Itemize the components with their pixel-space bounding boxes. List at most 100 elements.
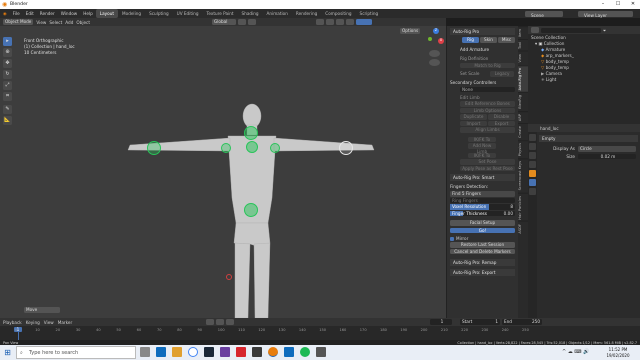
marker-neck-icon[interactable]: [244, 126, 258, 140]
3d-viewport[interactable]: Object Mode View Select Add Object Globa…: [0, 18, 446, 318]
workspace-tab-scripting[interactable]: Scripting: [356, 9, 383, 18]
workspace-tab-sculpting[interactable]: Sculpting: [145, 9, 173, 18]
edit-reference-bones-button[interactable]: Edit Reference Bones: [460, 101, 515, 107]
ring-fingers-field[interactable]: Ring Fingers: [450, 197, 515, 203]
apply-pose-button[interactable]: Apply Pose as Rest Pose: [460, 165, 515, 171]
menu-help[interactable]: Help: [80, 9, 96, 18]
align-limbs-button[interactable]: Align Limbs: [460, 127, 515, 133]
workspace-tab-animation[interactable]: Animation: [263, 9, 292, 18]
taskbar-clock[interactable]: 11:52 PM 19/02/2020: [598, 347, 638, 359]
sidetab-5[interactable]: ARP: [518, 110, 528, 123]
workspace-tab-modeling[interactable]: Modeling: [118, 9, 145, 18]
app-icon[interactable]: [316, 347, 326, 357]
display-as-dropdown[interactable]: Circle: [578, 146, 636, 152]
object-props-icon[interactable]: [529, 170, 536, 177]
workspace-tab-shading[interactable]: Shading: [238, 9, 263, 18]
tray-icons[interactable]: ^ ☁ ⌨ 🔊: [562, 349, 589, 355]
import-button[interactable]: Import: [460, 120, 487, 126]
ik-fk-to-button-2[interactable]: IK/FK To: [468, 152, 496, 158]
disable-button[interactable]: Disable: [488, 114, 515, 120]
arp-panel-header[interactable]: Auto-Rig Pro: [450, 28, 515, 35]
maximize-icon[interactable]: ☐: [611, 0, 625, 9]
marker-left-hand-icon[interactable]: [147, 141, 161, 155]
filter-icon[interactable]: ⏷: [603, 28, 606, 33]
legacy-button[interactable]: Legacy: [490, 71, 514, 77]
add-armature-label[interactable]: Add Armature: [450, 47, 515, 52]
spotify-icon[interactable]: [300, 347, 310, 357]
sidetab-10[interactable]: ASDF: [518, 221, 528, 236]
app-icon[interactable]: [252, 347, 262, 357]
cancel-delete-markers-button[interactable]: Cancel and Delete Markers: [450, 248, 515, 254]
menu-window[interactable]: Window: [58, 9, 81, 18]
sidetab-1[interactable]: Tool: [518, 39, 528, 52]
remap-panel-header[interactable]: Auto-Rig Pro: Remap: [450, 259, 515, 266]
sidetab-7[interactable]: Physics: [518, 139, 528, 159]
app-icon[interactable]: [236, 347, 246, 357]
jump-end-icon[interactable]: [226, 319, 234, 325]
workspace-tab-compositing[interactable]: Compositing: [321, 9, 355, 18]
set-scale-checkbox[interactable]: Set Scale: [460, 71, 488, 76]
chrome-icon[interactable]: [188, 347, 198, 357]
sidetab-4[interactable]: BlenRig: [518, 92, 528, 111]
workspace-tab-texture-paint[interactable]: Texture Paint: [203, 9, 238, 18]
minimize-icon[interactable]: –: [596, 0, 610, 9]
workspace-tab-rendering[interactable]: Rendering: [292, 9, 321, 18]
restore-last-session-button[interactable]: Restore Last Session: [450, 242, 515, 248]
start-frame-field[interactable]: Start 1: [460, 319, 500, 325]
timeline-menu-keying[interactable]: Keying: [26, 320, 40, 325]
app-icon[interactable]: [220, 347, 230, 357]
duplicate-button[interactable]: Duplicate: [460, 114, 487, 120]
timeline-menu-marker[interactable]: Marker: [58, 320, 72, 325]
voxel-resolution-slider[interactable]: Voxel Resolution 8: [450, 204, 515, 210]
view-layer-selector[interactable]: View Layer: [578, 10, 633, 18]
tab-skin[interactable]: Skin: [480, 37, 497, 43]
render-props-icon[interactable]: [529, 143, 536, 150]
constraint-props-icon[interactable]: [529, 179, 536, 186]
menu-render[interactable]: Render: [37, 9, 58, 18]
marker-right-elbow-icon[interactable]: [270, 143, 280, 153]
timeline-menu-view[interactable]: View: [44, 320, 54, 325]
character-mesh[interactable]: [0, 18, 446, 318]
app-icon[interactable]: [284, 347, 294, 357]
jump-start-icon[interactable]: [206, 319, 214, 325]
scene-props-icon[interactable]: [529, 161, 536, 168]
workspace-tab-layout[interactable]: Layout: [95, 9, 119, 18]
menu-file[interactable]: File: [10, 9, 23, 18]
sidetab-0[interactable]: Item: [518, 26, 528, 40]
taskbar-search-input[interactable]: ⌕ Type here to search: [16, 346, 136, 359]
marker-right-hand-icon[interactable]: [339, 141, 353, 155]
outliner-row[interactable]: ✳ Light: [531, 77, 637, 83]
file-explorer-icon[interactable]: [172, 347, 182, 357]
marker-root-icon[interactable]: [244, 203, 258, 217]
add-new-limb-button[interactable]: Add New Limb: [468, 143, 496, 154]
secondary-controllers-dropdown[interactable]: None: [460, 86, 515, 92]
marker-left-elbow-icon[interactable]: [221, 143, 231, 153]
smart-panel-header[interactable]: Auto-Rig Pro: Smart: [450, 174, 515, 181]
menu-edit[interactable]: Edit: [23, 9, 37, 18]
export-button[interactable]: Export: [488, 120, 515, 126]
sidetab-6[interactable]: Create: [518, 122, 528, 140]
tab-misc[interactable]: Misc: [498, 37, 515, 43]
start-icon[interactable]: ⊞: [3, 348, 12, 357]
match-to-rig-button[interactable]: Match to Rig: [460, 62, 515, 68]
outliner-display-mode-icon[interactable]: [531, 27, 539, 33]
output-props-icon[interactable]: [529, 152, 536, 159]
sidetab-8[interactable]: Screencast Keys: [518, 158, 528, 193]
last-operator-panel[interactable]: Move: [24, 307, 60, 313]
scene-selector[interactable]: Scene: [525, 10, 563, 18]
finger-thickness-slider[interactable]: Finger Thickness 0.00: [450, 210, 515, 216]
close-icon[interactable]: ✕: [626, 0, 640, 9]
blender-menu-icon[interactable]: ◉: [0, 9, 10, 18]
marker-chest-icon[interactable]: [246, 141, 258, 153]
outliner-search-input[interactable]: [541, 27, 601, 33]
tool-props-icon[interactable]: [529, 134, 536, 141]
tab-rig[interactable]: Rig: [462, 37, 479, 43]
workspace-tab-uv-editing[interactable]: UV Editing: [173, 9, 203, 18]
blender-taskbar-icon[interactable]: [268, 347, 278, 357]
task-view-icon[interactable]: [140, 347, 150, 357]
sidetab-9[interactable]: Hair Particles: [518, 192, 528, 222]
ik-fk-to-button[interactable]: IK/FK To: [468, 136, 496, 142]
size-field[interactable]: 0.02 m: [578, 153, 636, 159]
empty-section-header[interactable]: Empty: [539, 135, 638, 142]
mirror-checkbox-icon[interactable]: [450, 236, 454, 241]
